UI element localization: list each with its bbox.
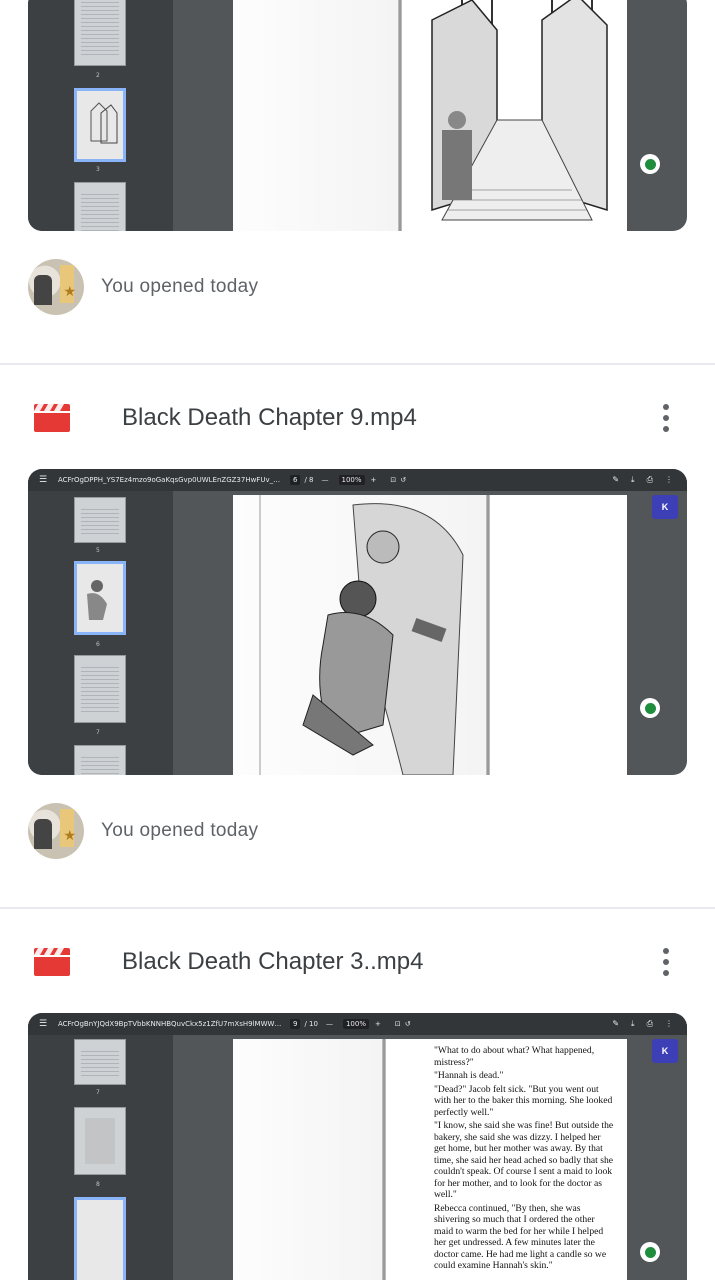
download-icon[interactable]: ⤓: [631, 475, 635, 485]
extension-k-badge[interactable]: K: [652, 1039, 678, 1063]
pdf-filename: ACFrOgDPPH_YS7Ez4mzo9oGaKqsGvp0UWLEnZGZ3…: [58, 476, 284, 484]
hamburger-menu-icon[interactable]: ☰: [28, 475, 58, 485]
hamburger-menu-icon[interactable]: ☰: [28, 1019, 58, 1029]
more-vert-icon[interactable]: ⋮: [665, 475, 673, 485]
couple-illustration: [259, 495, 464, 775]
print-icon[interactable]: ⎙: [647, 1019, 653, 1029]
pdf-page-left: [233, 0, 400, 231]
pdf-page-thumbnail[interactable]: [74, 1039, 126, 1085]
zoom-level[interactable]: 100%: [338, 475, 365, 485]
divider: [0, 363, 715, 365]
rotate-icon[interactable]: ↺: [400, 476, 406, 484]
pdf-thumbnail-sidebar: 2 3: [28, 0, 173, 231]
fit-page-icon[interactable]: ⊡: [395, 1020, 401, 1028]
page-paragraph: "What to do about what? What happened, m…: [434, 1045, 595, 1068]
status-indicator-icon[interactable]: [640, 1242, 660, 1262]
file-title[interactable]: Black Death Chapter 9.mp4: [122, 404, 417, 432]
pdf-viewer-toolbar: ☰ ACFrOgBnYJQdX9BpTVbbKNNHBQuvCkx5z1ZfU7…: [28, 1013, 687, 1035]
pdf-page-thumbnail[interactable]: [74, 0, 126, 66]
thumbnail-page-number: 8: [96, 1181, 100, 1188]
opened-info-row: You opened today: [28, 259, 258, 315]
zoom-level[interactable]: 100%: [342, 1019, 369, 1029]
pdf-page-thumbnail[interactable]: [74, 497, 126, 543]
pdf-thumbnail-sidebar: 7 8: [28, 1035, 173, 1280]
divider: [0, 907, 715, 909]
file-preview-thumbnail[interactable]: 2 3: [28, 0, 687, 231]
file-title[interactable]: Black Death Chapter 3..mp4: [122, 948, 424, 976]
pdf-page-right-text: "What to do about what? What happened, m…: [386, 1039, 627, 1280]
pdf-page-left: [233, 1039, 382, 1280]
page-paragraph: "I know, she said she was fine! But outs…: [434, 1120, 614, 1200]
opened-status-text: You opened today: [101, 276, 259, 297]
thumbnail-page-number: 7: [96, 729, 100, 736]
pdf-page-thumbnail[interactable]: [74, 745, 126, 775]
clapperboard-icon: [34, 404, 70, 432]
zoom-out-icon[interactable]: —: [322, 476, 329, 484]
zoom-in-icon[interactable]: +: [371, 476, 377, 484]
page-paragraph: "Hannah is dead.": [434, 1070, 504, 1081]
pdf-thumbnail-sidebar: 5 6 7: [28, 491, 173, 775]
file-preview-thumbnail[interactable]: ☰ ACFrOgBnYJQdX9BpTVbbKNNHBQuvCkx5z1ZfU7…: [28, 1013, 687, 1280]
pdf-page-thumbnail[interactable]: [74, 655, 126, 723]
download-icon[interactable]: ⤓: [631, 1019, 635, 1029]
pdf-page-thumbnail-active[interactable]: [74, 1197, 126, 1280]
thumbnail-page-number: 6: [96, 641, 100, 648]
page-total: / 8: [304, 476, 314, 484]
page-paragraph: Rebecca continued, "By then, she was shi…: [434, 1202, 607, 1272]
avatar: [28, 803, 84, 859]
rotate-icon[interactable]: ↺: [405, 1020, 411, 1028]
status-indicator-icon[interactable]: [640, 698, 660, 718]
page-number-input[interactable]: 9: [290, 1019, 301, 1029]
file-header-row[interactable]: Black Death Chapter 9.mp4: [0, 388, 715, 448]
pdf-page-left-illustration: [233, 495, 486, 775]
opened-status-text: You opened today: [101, 820, 259, 841]
extension-k-badge[interactable]: K: [652, 495, 678, 519]
file-preview-thumbnail[interactable]: ☰ ACFrOgDPPH_YS7Ez4mzo9oGaKqsGvp0UWLEnZG…: [28, 469, 687, 775]
opened-info-row: You opened today: [28, 803, 258, 859]
thumbnail-page-number: 7: [96, 1089, 100, 1096]
zoom-out-icon[interactable]: —: [326, 1020, 333, 1028]
page-total: / 10: [304, 1020, 318, 1028]
more-vert-icon[interactable]: ⋮: [665, 1019, 673, 1029]
thumbnail-page-number: 2: [96, 72, 100, 79]
fit-page-icon[interactable]: ⊡: [390, 476, 396, 484]
pdf-page-thumbnail-active[interactable]: [74, 88, 126, 162]
pdf-page-right: [490, 495, 627, 775]
pdf-page-thumbnail[interactable]: [74, 182, 126, 231]
pdf-page-thumbnail-active[interactable]: [74, 561, 126, 635]
print-icon[interactable]: ⎙: [647, 475, 653, 485]
zoom-in-icon[interactable]: +: [375, 1020, 381, 1028]
pdf-page-right-illustration: [402, 0, 627, 231]
file-header-row[interactable]: Black Death Chapter 3..mp4: [0, 932, 715, 992]
pdf-filename: ACFrOgBnYJQdX9BpTVbbKNNHBQuvCkx5z1ZfU7mX…: [58, 1020, 284, 1028]
status-indicator-icon[interactable]: [640, 154, 660, 174]
more-options-icon[interactable]: [654, 398, 678, 438]
pdf-viewer-toolbar: ☰ ACFrOgDPPH_YS7Ez4mzo9oGaKqsGvp0UWLEnZG…: [28, 469, 687, 491]
edit-icon[interactable]: ✎: [612, 475, 619, 485]
clapperboard-icon: [34, 948, 70, 976]
page-text-block: "What to do about what? What happened, m…: [434, 1045, 614, 1274]
page-paragraph: "Dead?" Jacob felt sick. "But you went o…: [434, 1083, 613, 1118]
thumbnail-page-number: 5: [96, 547, 100, 554]
street-illustration: [431, 0, 608, 221]
thumbnail-page-number: 3: [96, 166, 100, 173]
more-options-icon[interactable]: [654, 942, 678, 982]
avatar: [28, 259, 84, 315]
pdf-page-thumbnail[interactable]: [74, 1107, 126, 1175]
edit-icon[interactable]: ✎: [612, 1019, 619, 1029]
page-number-input[interactable]: 6: [290, 475, 301, 485]
